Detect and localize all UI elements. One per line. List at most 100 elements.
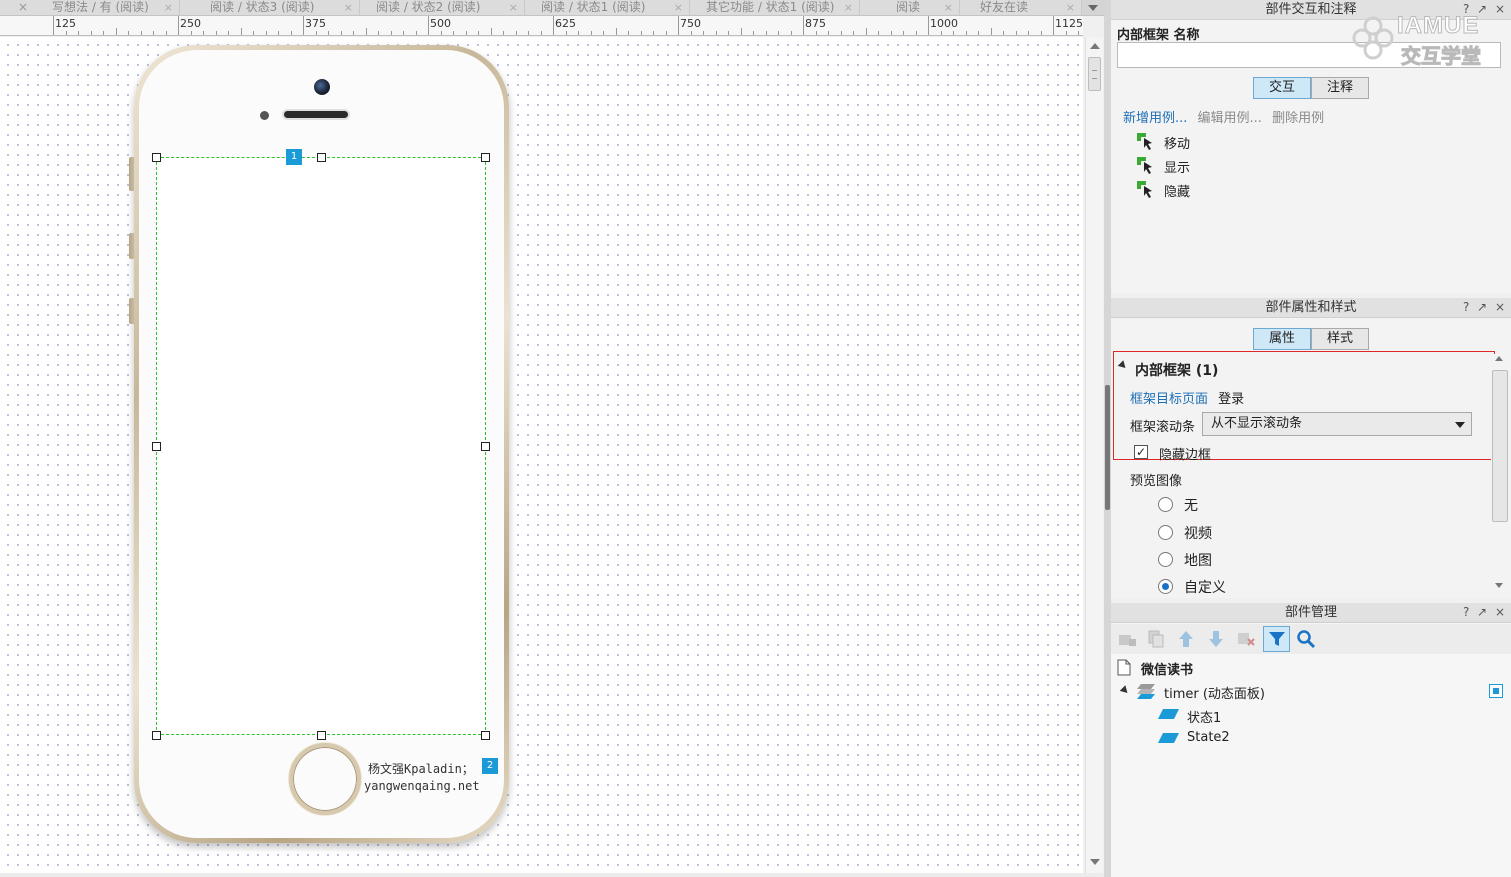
scroll-down-arrow-icon[interactable] — [1495, 583, 1503, 588]
tab-6[interactable]: 好友在读 × — [960, 0, 1082, 15]
page-name[interactable]: 微信读书 — [1141, 659, 1193, 678]
tab-close-icon[interactable]: × — [344, 0, 353, 15]
radio-preview-video[interactable] — [1158, 525, 1173, 540]
ruler-tick — [878, 31, 879, 35]
scroll-down-arrow-icon[interactable] — [1090, 859, 1100, 865]
filter-button[interactable] — [1263, 626, 1290, 652]
ruler-tick — [1078, 31, 1079, 35]
tab-2[interactable]: 阅读 / 状态2 (阅读) × — [360, 0, 525, 15]
tab-interaction[interactable]: 交互 — [1253, 77, 1311, 99]
page-icon — [1117, 659, 1131, 676]
scroll-up-arrow-icon[interactable] — [1495, 356, 1503, 361]
canvas-bottom-strip — [0, 873, 1104, 877]
close-icon[interactable]: × — [1495, 0, 1505, 19]
scroll-thumb[interactable] — [1492, 370, 1508, 522]
tree-item-timer[interactable]: timer (动态面板) — [1164, 683, 1265, 702]
scrollbar-select[interactable]: 从不显示滚动条 — [1202, 412, 1472, 436]
frame-target-label[interactable]: 框架目标页面 — [1130, 392, 1208, 407]
tab-close-icon[interactable]: × — [509, 0, 518, 15]
ruler-tick — [240, 28, 242, 35]
close-icon[interactable]: × — [1495, 298, 1505, 317]
tab-label: 写想法 / 有 (阅读) — [52, 0, 149, 14]
help-icon[interactable]: ? — [1463, 603, 1469, 622]
resize-handle[interactable] — [152, 442, 161, 451]
tree-item-state2[interactable]: State2 — [1187, 730, 1230, 745]
radio-preview-none[interactable] — [1158, 497, 1173, 512]
tab-close-icon[interactable]: × — [1066, 0, 1075, 15]
radio-preview-custom[interactable] — [1158, 579, 1173, 594]
tab-properties[interactable]: 属性 — [1253, 328, 1311, 350]
tab-5[interactable]: 阅读 × — [860, 0, 960, 15]
event-item-hide[interactable]: 隐藏 — [1164, 181, 1190, 200]
ruler-tick — [1040, 31, 1042, 35]
new-case-link[interactable]: 新增用例... — [1123, 111, 1187, 126]
resize-handle[interactable] — [317, 153, 326, 162]
ruler-tick — [128, 31, 129, 35]
scroll-up-arrow-icon[interactable] — [1090, 43, 1100, 49]
properties-scrollbar[interactable] — [1491, 354, 1508, 594]
tab-close-icon[interactable]: × — [944, 0, 953, 15]
frame-target-link[interactable]: 框架目标页面 登录 — [1130, 388, 1244, 407]
interaction-badge-1[interactable]: 1 — [286, 149, 302, 165]
resize-handle[interactable] — [481, 153, 490, 162]
event-item-show[interactable]: 显示 — [1164, 157, 1190, 176]
event-item-move[interactable]: 移动 — [1164, 133, 1190, 152]
ruler-tick — [915, 31, 917, 35]
ruler-tick — [690, 31, 692, 35]
radio-preview-map[interactable] — [1158, 552, 1173, 567]
resize-handle[interactable] — [481, 442, 490, 451]
canvas-vertical-scrollbar[interactable] — [1085, 37, 1103, 873]
delete-icon[interactable] — [1236, 629, 1256, 649]
pin-icon[interactable]: ↗ — [1477, 0, 1487, 19]
panel-header: 部件交互和注释 ? ↗ × — [1111, 0, 1511, 20]
inline-frame-widget[interactable] — [156, 157, 486, 735]
ruler-tick — [678, 16, 679, 35]
panel-header: 部件管理 ? ↗ × — [1111, 603, 1511, 623]
tab-notes[interactable]: 注释 — [1311, 77, 1369, 99]
ruler-tick — [740, 28, 742, 35]
resize-handle[interactable] — [317, 731, 326, 740]
resize-handle[interactable] — [152, 153, 161, 162]
tab-close-icon[interactable]: × — [164, 0, 173, 15]
add-folder-icon[interactable] — [1117, 629, 1137, 649]
hide-border-label: 隐藏边框 — [1159, 448, 1212, 463]
ruler-tick — [490, 28, 492, 35]
ruler-tick — [265, 31, 267, 35]
move-down-icon[interactable] — [1206, 629, 1226, 649]
panel-splitter[interactable] — [1104, 0, 1111, 877]
ruler-tick — [403, 31, 404, 35]
tab-label: 其它功能 / 状态1 (阅读) — [706, 0, 835, 14]
radio-label: 地图 — [1184, 553, 1212, 569]
delete-case-link[interactable]: 删除用例 — [1272, 111, 1324, 126]
splitter-grip[interactable] — [1105, 385, 1110, 510]
pin-icon[interactable]: ↗ — [1477, 298, 1487, 317]
edit-case-link[interactable]: 编辑用例... — [1198, 111, 1262, 126]
interaction-badge-2[interactable]: 2 — [482, 758, 498, 774]
move-up-icon[interactable] — [1176, 629, 1196, 649]
ruler-tick — [1028, 31, 1029, 35]
tab-4[interactable]: 其它功能 / 状态1 (阅读) × — [690, 0, 860, 15]
help-icon[interactable]: ? — [1463, 0, 1469, 19]
ruler-tick — [78, 31, 79, 35]
resize-handle[interactable] — [481, 731, 490, 740]
ruler-tick — [890, 31, 892, 35]
copy-icon[interactable] — [1146, 629, 1166, 649]
tab-close-icon[interactable]: × — [844, 0, 853, 15]
help-icon[interactable]: ? — [1463, 298, 1469, 317]
tab-3[interactable]: 阅读 / 状态1 (阅读) × — [525, 0, 690, 15]
hide-border-checkbox[interactable]: ✓ — [1134, 445, 1148, 459]
tree-item-state1[interactable]: 状态1 — [1187, 707, 1221, 726]
pin-icon[interactable]: ↗ — [1477, 603, 1487, 622]
visibility-toggle[interactable] — [1489, 684, 1503, 698]
close-icon[interactable]: × — [1495, 603, 1505, 622]
tree-collapse-arrow-icon[interactable] — [1119, 685, 1131, 696]
scroll-thumb[interactable] — [1088, 57, 1101, 91]
resize-handle[interactable] — [152, 731, 161, 740]
tab-0[interactable]: 写想法 / 有 (阅读) × — [0, 0, 180, 15]
tab-close-icon[interactable]: × — [674, 0, 683, 15]
tab-1[interactable]: 阅读 / 状态3 (阅读) × — [180, 0, 360, 15]
widget-name-input[interactable] — [1117, 42, 1501, 68]
search-icon[interactable] — [1296, 629, 1316, 649]
tab-style[interactable]: 样式 — [1311, 328, 1369, 350]
tab-overflow-dropdown-icon[interactable] — [1082, 0, 1104, 15]
